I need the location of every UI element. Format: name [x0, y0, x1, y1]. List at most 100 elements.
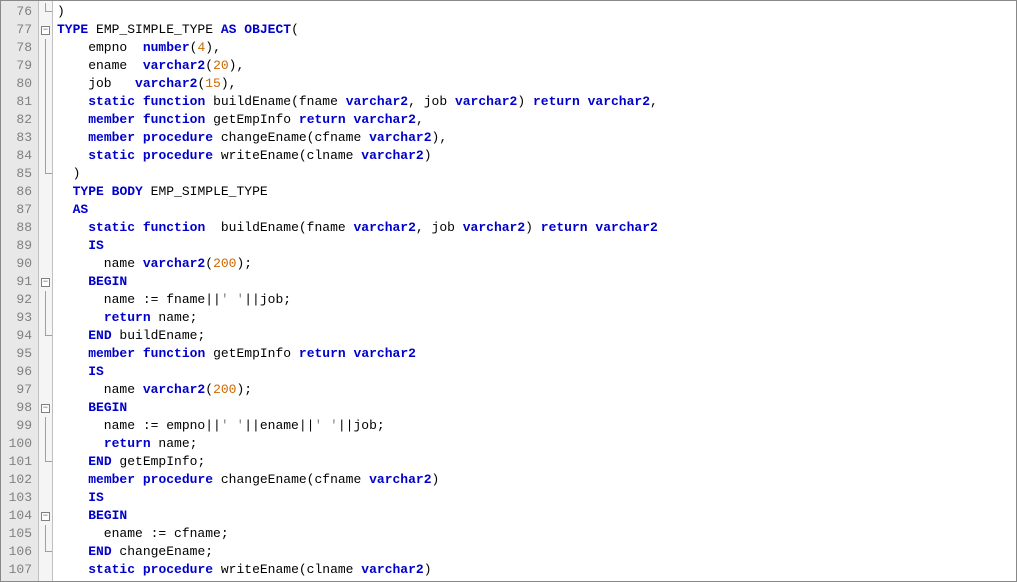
token-ident: name;	[151, 436, 198, 451]
code-line[interactable]: return name;	[57, 435, 1016, 453]
code-line[interactable]: BEGIN	[57, 507, 1016, 525]
code-line[interactable]: empno number(4),	[57, 39, 1016, 57]
code-line[interactable]: IS	[57, 489, 1016, 507]
fold-cell	[39, 453, 52, 471]
fold-cell: −	[39, 273, 52, 291]
code-line[interactable]: static function buildEname(fname varchar…	[57, 93, 1016, 111]
token-ident: name;	[151, 310, 198, 325]
line-number: 104	[3, 507, 32, 525]
line-number: 78	[3, 39, 32, 57]
fold-cell: −	[39, 399, 52, 417]
line-number: 101	[3, 453, 32, 471]
fold-toggle-icon[interactable]: −	[41, 404, 50, 413]
token-type: varchar2	[369, 130, 431, 145]
token-type: varchar2	[361, 148, 423, 163]
line-number: 87	[3, 201, 32, 219]
token-pun: ,	[416, 112, 424, 127]
token-type: varchar2	[369, 472, 431, 487]
code-line[interactable]: )	[57, 165, 1016, 183]
code-line[interactable]: member function getEmpInfo return varcha…	[57, 111, 1016, 129]
token-ident: )	[517, 94, 533, 109]
token-pun: ),	[205, 40, 221, 55]
code-line[interactable]: name varchar2(200);	[57, 255, 1016, 273]
code-line[interactable]: END getEmpInfo;	[57, 453, 1016, 471]
line-number: 86	[3, 183, 32, 201]
token-ident	[57, 220, 88, 235]
code-line[interactable]: TYPE BODY EMP_SIMPLE_TYPE	[57, 183, 1016, 201]
token-kw: member	[88, 346, 135, 361]
fold-cell	[39, 219, 52, 237]
token-ident	[57, 364, 88, 379]
fold-toggle-icon[interactable]: −	[41, 512, 50, 521]
fold-cell	[39, 417, 52, 435]
code-line[interactable]: name varchar2(200);	[57, 381, 1016, 399]
token-pun: (	[205, 256, 213, 271]
code-line[interactable]: TYPE EMP_SIMPLE_TYPE AS OBJECT(	[57, 21, 1016, 39]
token-str: ' '	[314, 418, 337, 433]
code-line[interactable]: job varchar2(15),	[57, 75, 1016, 93]
fold-toggle-icon[interactable]: −	[41, 278, 50, 287]
token-ident	[135, 220, 143, 235]
fold-end-icon	[45, 453, 52, 462]
code-line[interactable]: ename := cfname;	[57, 525, 1016, 543]
code-line[interactable]: IS	[57, 363, 1016, 381]
code-line[interactable]: BEGIN	[57, 399, 1016, 417]
token-pun: )	[432, 472, 440, 487]
code-line[interactable]: member procedure changeEname(cfname varc…	[57, 129, 1016, 147]
fold-cell	[39, 327, 52, 345]
token-ident: ||job;	[338, 418, 385, 433]
token-kw: AS	[73, 202, 89, 217]
token-str: ' '	[221, 418, 244, 433]
line-number: 85	[3, 165, 32, 183]
fold-cell	[39, 381, 52, 399]
code-line[interactable]: AS	[57, 201, 1016, 219]
line-number: 76	[3, 3, 32, 21]
token-ident	[57, 328, 88, 343]
code-line[interactable]: IS	[57, 237, 1016, 255]
code-line[interactable]: END changeEname;	[57, 543, 1016, 561]
token-ident	[580, 94, 588, 109]
code-line[interactable]: member function getEmpInfo return varcha…	[57, 345, 1016, 363]
fold-cell	[39, 201, 52, 219]
token-ident	[57, 490, 88, 505]
token-ident: changeEname(cfname	[213, 130, 369, 145]
token-type: varchar2	[595, 220, 657, 235]
code-line[interactable]: ename varchar2(20),	[57, 57, 1016, 75]
token-ident	[135, 130, 143, 145]
code-line[interactable]: BEGIN	[57, 273, 1016, 291]
line-number: 82	[3, 111, 32, 129]
fold-toggle-icon[interactable]: −	[41, 26, 50, 35]
token-type: number	[143, 40, 190, 55]
token-kw: function	[143, 346, 205, 361]
token-ident: job	[57, 76, 135, 91]
code-line[interactable]: )	[57, 3, 1016, 21]
code-line[interactable]: static procedure writeEname(clname varch…	[57, 147, 1016, 165]
fold-guide-icon	[45, 309, 46, 327]
code-line[interactable]: member procedure changeEname(cfname varc…	[57, 471, 1016, 489]
token-ident	[135, 94, 143, 109]
token-type: varchar2	[463, 220, 525, 235]
code-editor[interactable]: )TYPE EMP_SIMPLE_TYPE AS OBJECT( empno n…	[53, 1, 1016, 581]
token-kw: return	[541, 220, 588, 235]
token-kw: BEGIN	[88, 508, 127, 523]
line-number: 100	[3, 435, 32, 453]
token-ident	[57, 148, 88, 163]
token-kw: AS	[221, 22, 237, 37]
code-line[interactable]: static procedure writeEname(clname varch…	[57, 561, 1016, 579]
code-line[interactable]: static function buildEname(fname varchar…	[57, 219, 1016, 237]
code-line[interactable]: name := empno||' '||ename||' '||job;	[57, 417, 1016, 435]
token-kw: BEGIN	[88, 274, 127, 289]
token-kw: member	[88, 472, 135, 487]
token-ident	[346, 346, 354, 361]
code-line[interactable]: return name;	[57, 309, 1016, 327]
line-number: 91	[3, 273, 32, 291]
line-number-gutter: 7677787980818283848586878889909192939495…	[1, 1, 39, 581]
code-line[interactable]: END buildEname;	[57, 327, 1016, 345]
code-line[interactable]: name := fname||' '||job;	[57, 291, 1016, 309]
fold-cell	[39, 147, 52, 165]
line-number: 89	[3, 237, 32, 255]
fold-cell: −	[39, 507, 52, 525]
line-number: 80	[3, 75, 32, 93]
fold-guide-icon	[45, 93, 46, 111]
fold-cell	[39, 39, 52, 57]
